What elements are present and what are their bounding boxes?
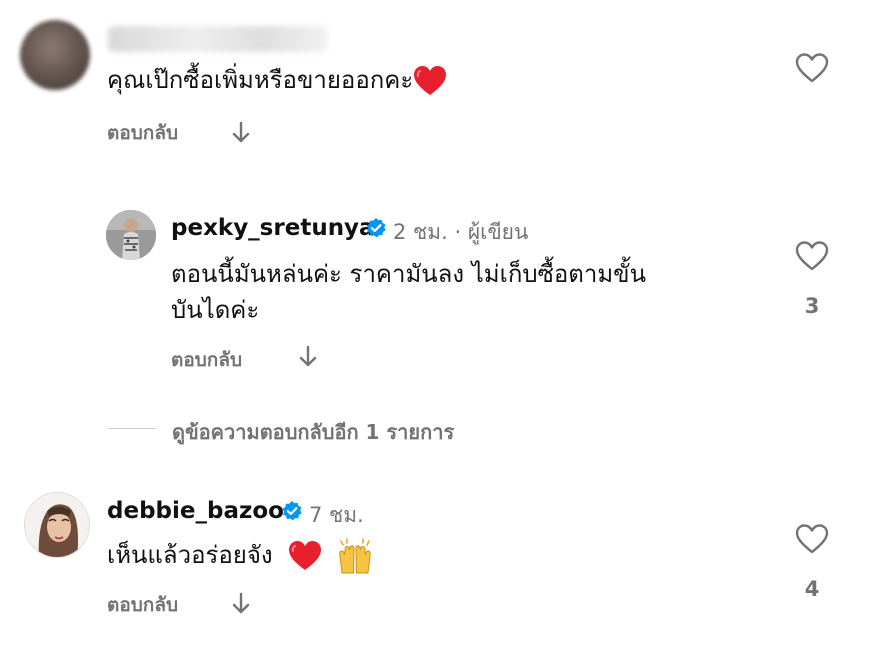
red-heart-icon: [289, 541, 322, 570]
comment-time: 7 ชม.: [309, 503, 364, 527]
divider-line: [108, 428, 156, 429]
verified-badge-icon: [282, 501, 302, 521]
username[interactable]: debbie_bazoo: [107, 498, 284, 524]
avatar-image: [25, 493, 89, 557]
avatar-image: [106, 210, 156, 260]
like-heart-icon[interactable]: [795, 240, 829, 272]
red-heart-icon: [414, 66, 447, 95]
arrow-down-icon[interactable]: [298, 345, 318, 369]
comment-text-line-2: บันไดค่ะ: [171, 296, 260, 324]
comment-text: คุณเป๊กซื้อเพิ่มหรือขายออกคะ: [107, 62, 447, 98]
comment-text-body: เห็นแล้วอร่อยจัง: [107, 541, 273, 569]
arrow-down-icon[interactable]: [231, 592, 251, 616]
view-more-replies-button[interactable]: ดูข้อความตอบกลับอีก 1 รายการ: [172, 416, 454, 448]
like-count: 3: [804, 294, 820, 318]
comment-text-body: คุณเป๊กซื้อเพิ่มหรือขายออกคะ: [107, 66, 414, 94]
username-blurred[interactable]: [108, 26, 328, 52]
reply-button[interactable]: ตอบกลับ: [107, 118, 178, 148]
arrow-down-icon[interactable]: [231, 121, 251, 145]
comment-meta: 2 ชม. · ผู้เขียน: [393, 220, 529, 244]
like-heart-icon[interactable]: [795, 523, 829, 555]
like-heart-icon[interactable]: [795, 52, 829, 84]
reply-button[interactable]: ตอบกลับ: [107, 590, 178, 620]
like-count: 4: [804, 577, 820, 601]
verified-badge-icon: [366, 218, 386, 238]
avatar[interactable]: [106, 210, 156, 260]
comment-text: เห็นแล้วอร่อยจัง: [107, 537, 374, 574]
avatar[interactable]: [20, 20, 90, 90]
avatar[interactable]: [24, 492, 90, 558]
username[interactable]: pexky_sretunya: [171, 215, 375, 241]
raising-hands-icon: [339, 538, 371, 574]
reply-button[interactable]: ตอบกลับ: [171, 345, 242, 375]
comment-text-line-1: ตอนนี้มันหล่นค่ะ ราคามันลง ไม่เก็บซื้อตา…: [171, 260, 646, 288]
